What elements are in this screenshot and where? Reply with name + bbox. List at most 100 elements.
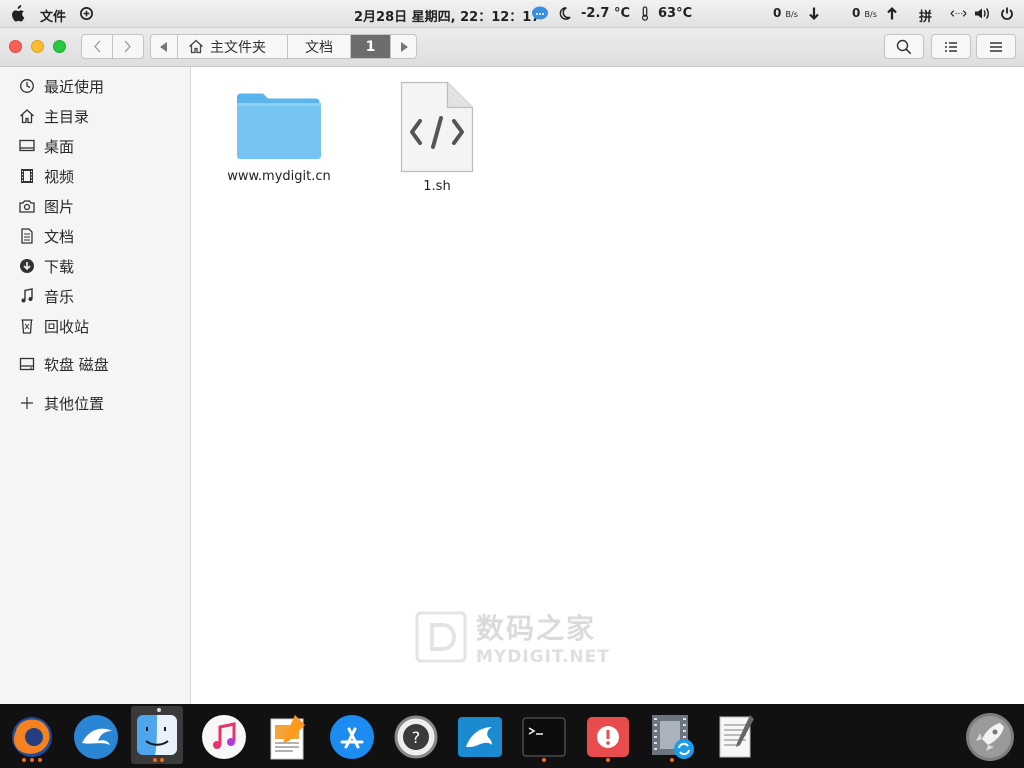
dock-terminal[interactable]: [518, 712, 570, 762]
dock: ?: [0, 704, 1024, 768]
volume-icon[interactable]: [974, 6, 990, 21]
file-item-script[interactable]: 1.sh: [392, 81, 482, 194]
network-icon[interactable]: [950, 6, 967, 21]
sidebar-item-label: 软盘 磁盘: [44, 355, 109, 374]
focus-indicator-dot: [157, 708, 161, 712]
dock-finder[interactable]: [131, 706, 183, 764]
firefox-icon: [12, 717, 52, 757]
watermark-logo-icon: [415, 611, 467, 663]
plus-icon: [18, 395, 35, 412]
forward-button[interactable]: [112, 35, 143, 58]
sidebar-item-label: 回收站: [44, 317, 90, 336]
screenshot-tool-icon[interactable]: [79, 6, 94, 21]
running-indicator-dot: [153, 758, 157, 762]
dock-pages[interactable]: [262, 712, 314, 762]
sidebar-item-videos[interactable]: 视频: [18, 165, 74, 187]
sidebar-item-home[interactable]: 主目录: [18, 105, 89, 127]
chevron-left-icon: [94, 40, 101, 53]
sidebar-item-label: 音乐: [44, 287, 75, 306]
sidebar-item-music[interactable]: 音乐: [18, 285, 74, 307]
weather-chat-icon[interactable]: [531, 6, 549, 21]
dock-eagle[interactable]: [70, 712, 122, 762]
watermark-title: 数码之家: [476, 612, 597, 645]
temperature-readout[interactable]: -2.7 °C: [581, 6, 630, 21]
finder-icon: [137, 715, 177, 755]
search-button[interactable]: [884, 34, 924, 59]
home-icon: [189, 39, 203, 54]
menu-button[interactable]: [976, 34, 1016, 59]
trash-icon: [18, 318, 35, 335]
dock-alert-app[interactable]: [582, 712, 634, 762]
dock-mysql-workbench[interactable]: [454, 712, 506, 762]
sidebar-item-label: 下载: [44, 257, 75, 276]
watermark-text: 数码之家 MYDIGIT.NET: [476, 607, 610, 667]
dock-firefox[interactable]: [6, 712, 58, 762]
sidebar-item-floppy-drive[interactable]: 软盘 磁盘: [18, 353, 109, 375]
sidebar-item-desktop[interactable]: 桌面: [18, 135, 74, 157]
path-segment-documents[interactable]: 文档: [287, 35, 350, 58]
app-menu-file[interactable]: 文件: [40, 6, 66, 25]
power-icon[interactable]: [1000, 6, 1014, 21]
path-segment-home[interactable]: 主文件夹: [177, 35, 287, 58]
sidebar-item-pictures[interactable]: 图片: [18, 195, 74, 217]
minimize-window-button[interactable]: [31, 40, 44, 53]
cpu-temp-readout[interactable]: 63°C: [658, 6, 692, 21]
sidebar-item-downloads[interactable]: 下载: [18, 255, 74, 277]
net-up-readout[interactable]: 0 B/s: [852, 6, 877, 20]
path-bar: 主文件夹 文档 1: [150, 34, 417, 59]
apple-logo-icon[interactable]: [10, 5, 26, 23]
sidebar-item-documents[interactable]: 文档: [18, 225, 74, 247]
net-down-readout[interactable]: 0 B/s: [773, 6, 798, 20]
dock-video-converter[interactable]: [646, 712, 698, 762]
sidebar-item-label: 桌面: [44, 137, 75, 156]
dock-app-store[interactable]: [326, 712, 378, 762]
launchpad-icon: [966, 713, 1014, 761]
input-method-indicator[interactable]: 拼: [919, 6, 932, 25]
file-item-folder[interactable]: www.mydigit.cn: [224, 87, 334, 184]
pages-icon: [270, 715, 305, 760]
path-segment-home-label: 主文件夹: [210, 39, 266, 56]
dock-text-editor[interactable]: [710, 712, 762, 762]
help-icon: ?: [394, 715, 438, 759]
document-icon: [18, 228, 35, 245]
sidebar-item-recent[interactable]: 最近使用: [18, 75, 104, 97]
path-scroll-left-button[interactable]: [151, 35, 177, 58]
net-up-unit: B/s: [864, 10, 877, 19]
alert-app-icon: [587, 717, 629, 757]
video-converter-icon: [652, 715, 694, 759]
sidebar-item-label: 最近使用: [44, 77, 105, 96]
net-down-value: 0: [773, 6, 782, 20]
dock-launchpad[interactable]: [964, 712, 1016, 762]
sidebar-item-label: 图片: [44, 197, 75, 216]
app-store-icon: [330, 715, 374, 759]
eagle-icon: [74, 715, 118, 759]
clock[interactable]: 2月28日 星期四, 22：12：17: [354, 6, 540, 25]
back-button[interactable]: [82, 35, 112, 58]
close-window-button[interactable]: [9, 40, 22, 53]
triangle-right-icon: [400, 41, 408, 52]
sidebar-item-label: 主目录: [44, 107, 90, 126]
folder-icon: [237, 93, 321, 159]
watermark-subtitle: MYDIGIT.NET: [476, 647, 610, 667]
chevron-right-icon: [124, 40, 131, 53]
view-mode-button[interactable]: [931, 34, 971, 59]
arrow-up-icon: [887, 6, 897, 20]
running-indicator-dot: [30, 758, 34, 762]
running-indicator-dot: [160, 758, 164, 762]
running-indicator-dot: [38, 758, 42, 762]
dock-music[interactable]: [198, 712, 250, 762]
sidebar-item-other-locations[interactable]: 其他位置: [18, 392, 104, 414]
drive-icon: [18, 356, 35, 373]
path-scroll-right-button[interactable]: [390, 35, 416, 58]
places-sidebar: 最近使用 主目录 桌面 视频 图片 文档 下载 音乐 回收站 软盘 磁盘 其他位…: [0, 67, 191, 704]
sidebar-item-trash[interactable]: 回收站: [18, 315, 89, 337]
path-segment-current[interactable]: 1: [350, 35, 390, 58]
dock-help[interactable]: ?: [390, 712, 442, 762]
desktop-icon: [18, 138, 35, 155]
search-icon: [896, 39, 912, 54]
text-editor-icon: [719, 715, 754, 758]
maximize-window-button[interactable]: [53, 40, 66, 53]
sidebar-item-label: 视频: [44, 167, 75, 186]
home-icon: [18, 108, 35, 125]
hamburger-menu-icon: [990, 41, 1002, 52]
